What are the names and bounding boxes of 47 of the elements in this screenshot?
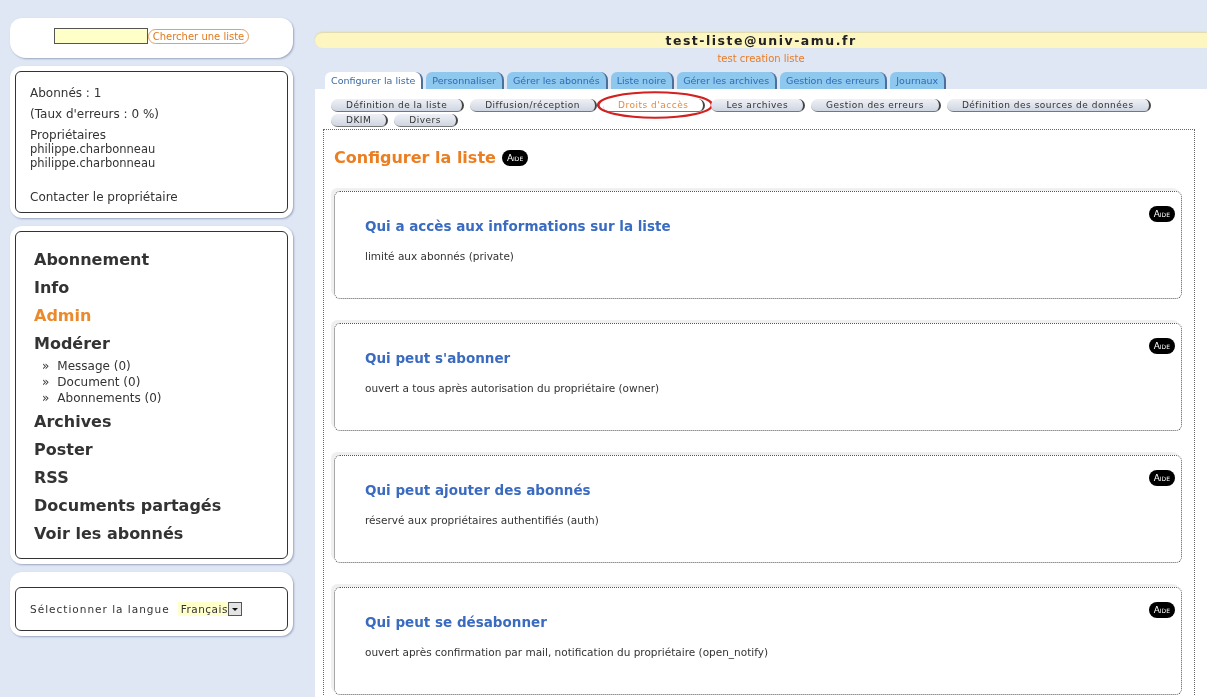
list-address: test-liste@univ-amu.fr [665, 33, 857, 48]
menu-item[interactable]: Voir les abonnés [34, 520, 269, 548]
menu-item[interactable]: Modérer [34, 330, 269, 358]
menu-item[interactable]: Documents partagés [34, 492, 269, 520]
setting-title: Qui peut ajouter des abonnés [365, 482, 592, 498]
setting-title: Qui peut se désabonner [365, 614, 548, 630]
setting-value: ouvert a tous après autorisation du propriétaire (owner) [365, 382, 661, 394]
help-button[interactable]: Aide [1148, 338, 1175, 354]
error-rate: (Taux d'erreurs : 0 %) [30, 107, 160, 121]
owner-name: philippe.charbonneau [30, 142, 157, 156]
list-subtitle: test creation liste [716, 53, 806, 64]
owner-name: philippe.charbonneau [30, 156, 157, 170]
subtab[interactable]: Diffusion/réception [470, 99, 598, 112]
menu-item[interactable]: Archives [34, 408, 269, 436]
submenu-item[interactable]: Document (0) [57, 375, 141, 389]
page-heading: Configurer la liste [334, 148, 496, 167]
subtab[interactable]: DKIM [331, 114, 389, 127]
bullet-mark: » [42, 359, 50, 373]
menu-item[interactable]: RSS [34, 464, 269, 492]
subtab[interactable]: Divers [394, 114, 458, 127]
tab[interactable]: Configurer la liste [325, 72, 424, 89]
help-button[interactable]: Aide [1148, 602, 1175, 618]
owners-label: Propriétaires [30, 128, 107, 142]
submenu-item[interactable]: Abonnements (0) [57, 391, 162, 405]
subtab[interactable]: Définition de la liste [331, 99, 465, 112]
contact-link[interactable]: Contacter le propriétaire [30, 190, 273, 204]
help-button[interactable]: Aide [1148, 470, 1175, 486]
bullet-mark: » [42, 375, 50, 389]
setting-title: Qui a accès aux informations sur la liste [365, 218, 672, 234]
menu-item[interactable]: Poster [34, 436, 269, 464]
menu-item[interactable]: Info [34, 274, 269, 302]
bullet-mark: » [42, 391, 50, 405]
setting-value: réservé aux propriétaires authentifiés (auth) [365, 514, 600, 526]
setting-value: limité aux abonnés (private) [365, 250, 515, 262]
help-button[interactable]: Aide [1148, 206, 1175, 222]
subtab[interactable]: Gestion des erreurs [811, 99, 941, 112]
setting-value: ouvert après confirmation par mail, notification du propriétaire (open_notify) [365, 646, 770, 658]
subscriber-count: Abonnés : 1 [30, 86, 103, 100]
subtab[interactable]: Définition des sources de données [946, 99, 1151, 112]
menu-item[interactable]: Abonnement [34, 246, 269, 274]
search-field[interactable] [53, 28, 148, 44]
help-button[interactable]: Aide [501, 149, 529, 166]
submenu-item[interactable]: Message (0) [57, 359, 131, 373]
setting-title: Qui peut s'abonner [365, 350, 512, 366]
language-select[interactable]: Français [177, 602, 242, 616]
language-label: Sélectionner la langue [30, 603, 170, 615]
subtab[interactable]: Les archives [711, 99, 806, 112]
